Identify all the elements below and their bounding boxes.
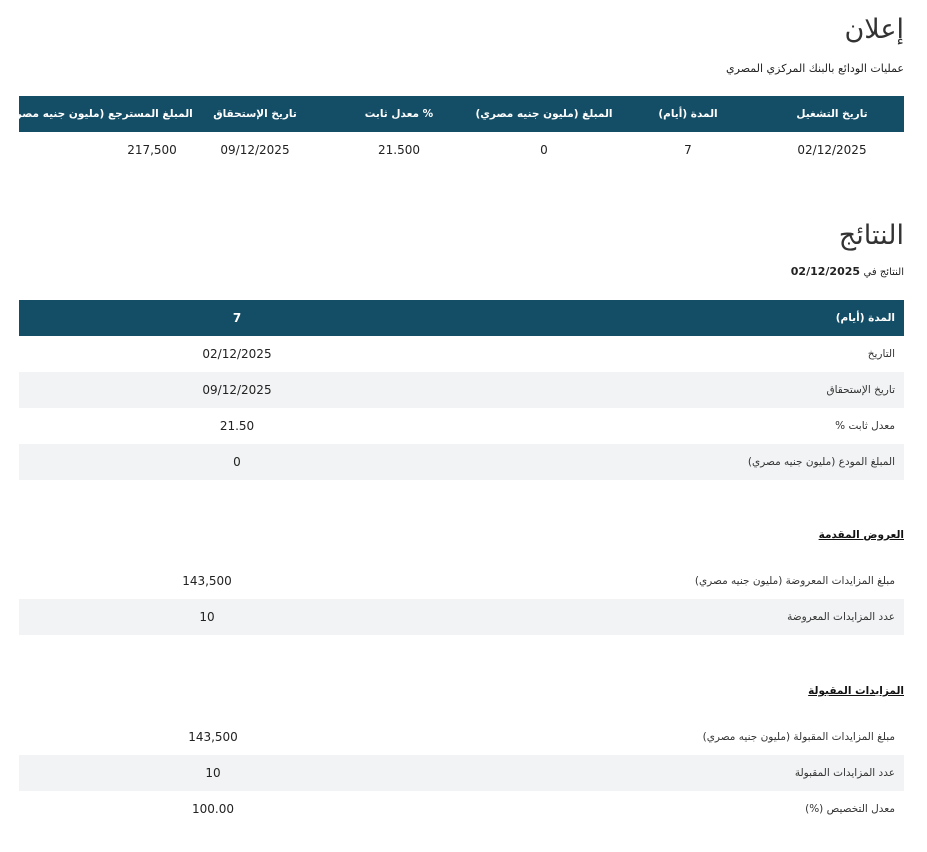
row-value: 0 xyxy=(233,455,241,469)
cell-operation-date: 02/12/2025 xyxy=(797,143,867,157)
row-label: عدد المزايدات المعروضة xyxy=(787,611,895,623)
col-maturity-date: تاريخ الإستحقاق xyxy=(213,108,297,120)
row-label: المبلغ المودع (مليون جنيه مصري) xyxy=(747,456,895,468)
table-row: عدد المزايدات المعروضة 10 xyxy=(19,599,904,635)
announcement-table-row: 02/12/2025 7 0 21.500 09/12/2025 217,500 xyxy=(19,132,904,168)
announcement-title: إعلان xyxy=(844,14,904,45)
cell-maturity-date: 09/12/2025 xyxy=(220,143,290,157)
row-label: تاريخ الإستحقاق xyxy=(826,384,895,396)
col-returned-amount: المبلغ المسترجع (مليون جنيه مصري) xyxy=(1,108,193,120)
table-row: معدل التخصيص (%) 100.00 xyxy=(19,791,904,827)
table-row: مبلغ المزايدات المعروضة (مليون جنيه مصري… xyxy=(19,563,904,599)
accepted-title: المزايدات المقبولة xyxy=(808,685,904,697)
accepted-table: مبلغ المزايدات المقبولة (مليون جنيه مصري… xyxy=(19,719,904,827)
row-value: 10 xyxy=(205,766,221,780)
row-label: مبلغ المزايدات المقبولة (مليون جنيه مصري… xyxy=(702,731,895,743)
announcement-table-header: تاريخ التشغيل المدة (أيام) المبلغ (مليون… xyxy=(1,96,904,132)
results-table: المدة (أيام) 7 التاريخ 02/12/2025 تاريخ … xyxy=(19,300,904,480)
col-operation-date: تاريخ التشغيل xyxy=(796,108,868,120)
cell-returned-amount: 217,500 xyxy=(127,143,177,157)
table-row: معدل ثابت % 21.50 xyxy=(19,408,904,444)
row-label: معدل التخصيص (%) xyxy=(805,803,895,815)
results-table-header: المدة (أيام) 7 xyxy=(19,300,904,336)
row-value: 143,500 xyxy=(182,574,232,588)
table-row: المبلغ المودع (مليون جنيه مصري) 0 xyxy=(19,444,904,480)
results-subtitle: النتائج في 02/12/2025 xyxy=(791,265,904,278)
offers-title: العروض المقدمة xyxy=(818,529,904,541)
row-value: 02/12/2025 xyxy=(202,347,272,361)
table-row: عدد المزايدات المقبولة 10 xyxy=(19,755,904,791)
row-label: التاريخ xyxy=(867,348,895,360)
row-label: عدد المزايدات المقبولة xyxy=(794,767,895,779)
offers-table: مبلغ المزايدات المعروضة (مليون جنيه مصري… xyxy=(19,563,904,635)
announcement-subtitle: عمليات الودائع بالبنك المركزي المصري xyxy=(726,62,904,75)
announcement-table: تاريخ التشغيل المدة (أيام) المبلغ (مليون… xyxy=(1,96,904,168)
results-subtitle-label: النتائج في xyxy=(863,267,904,278)
col-amount: المبلغ (مليون جنيه مصري) xyxy=(475,108,613,120)
cell-amount: 0 xyxy=(540,143,548,157)
results-header-label: المدة (أيام) xyxy=(835,312,895,324)
table-row: مبلغ المزايدات المقبولة (مليون جنيه مصري… xyxy=(19,719,904,755)
col-fixed-rate: معدل ثابت % xyxy=(364,108,434,120)
table-row: التاريخ 02/12/2025 xyxy=(19,336,904,372)
row-value: 09/12/2025 xyxy=(202,383,272,397)
row-value: 10 xyxy=(199,610,215,624)
cell-duration: 7 xyxy=(684,143,692,157)
results-header-value: 7 xyxy=(232,311,242,325)
table-row: تاريخ الإستحقاق 09/12/2025 xyxy=(19,372,904,408)
row-label: معدل ثابت % xyxy=(835,420,895,432)
row-label: مبلغ المزايدات المعروضة (مليون جنيه مصري… xyxy=(694,575,895,587)
row-value: 21.50 xyxy=(219,419,255,433)
cell-fixed-rate: 21.500 xyxy=(378,143,420,157)
results-subtitle-date: 02/12/2025 xyxy=(790,265,861,278)
row-value: 100.00 xyxy=(192,802,234,816)
col-duration: المدة (أيام) xyxy=(658,108,718,120)
results-title: النتائج xyxy=(838,220,904,251)
row-value: 143,500 xyxy=(188,730,238,744)
